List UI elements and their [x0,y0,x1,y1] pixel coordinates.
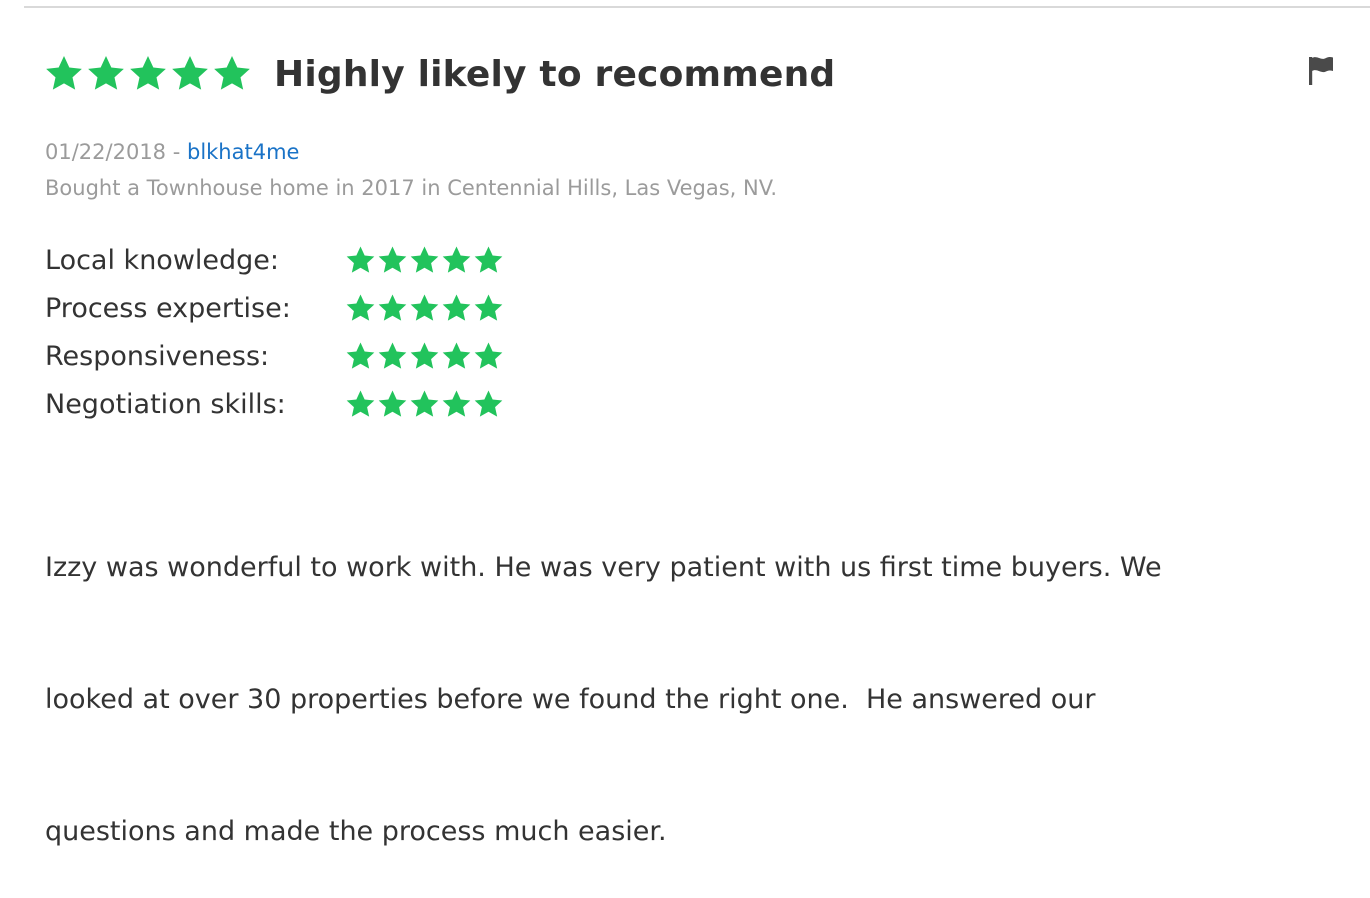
star-icon [410,294,439,321]
review-date: 01/22/2018 [45,140,167,164]
review-header: Highly likely to recommend [44,44,835,104]
review-meta: 01/22/2018 - blkhat4me [45,138,299,166]
star-icon [474,294,503,321]
star-icon [130,56,166,90]
rating-row-process-expertise: Process expertise: [45,284,504,332]
star-icon [442,294,471,321]
author-link[interactable]: blkhat4me [187,140,299,164]
star-icon [378,246,407,273]
overall-rating-stars [44,54,252,94]
rating-stars [345,245,504,276]
rating-row-local-knowledge: Local knowledge: [45,236,504,284]
rating-label: Process expertise: [45,292,291,324]
meta-separator: - [166,140,187,164]
star-icon [46,56,82,90]
star-icon [442,246,471,273]
star-icon [346,390,375,417]
star-icon [346,294,375,321]
rating-stars [345,341,504,372]
star-icon [474,342,503,369]
star-icon [442,390,471,417]
review-body-line: looked at over 30 properties before we f… [45,684,1096,715]
star-icon [88,56,124,90]
star-icon [346,342,375,369]
purchase-info: Bought a Townhouse home in 2017 in Cente… [45,176,778,200]
rating-label: Local knowledge: [45,244,280,276]
review-title: Highly likely to recommend [274,53,836,95]
star-icon [378,342,407,369]
rating-stars [345,293,504,324]
top-divider [24,6,1370,8]
review-body-line: Izzy was wonderful to work with. He was … [45,552,1162,583]
star-icon [474,390,503,417]
star-icon [410,246,439,273]
rating-row-negotiation-skills: Negotiation skills: [45,380,504,428]
star-icon [474,246,503,273]
star-icon [378,294,407,321]
rating-label: Responsiveness: [45,340,270,372]
star-icon [172,56,208,90]
star-icon [378,390,407,417]
review-body: Izzy was wonderful to work with. He was … [45,458,1325,898]
rating-stars [345,389,504,420]
star-icon [410,390,439,417]
flag-icon[interactable] [1306,54,1336,86]
category-ratings: Local knowledge: Process expertise: Resp… [45,236,504,428]
star-icon [214,56,250,90]
rating-row-responsiveness: Responsiveness: [45,332,504,380]
star-icon [442,342,471,369]
star-icon [346,246,375,273]
review-body-line: questions and made the process much easi… [45,816,667,847]
rating-label: Negotiation skills: [45,388,286,420]
star-icon [410,342,439,369]
